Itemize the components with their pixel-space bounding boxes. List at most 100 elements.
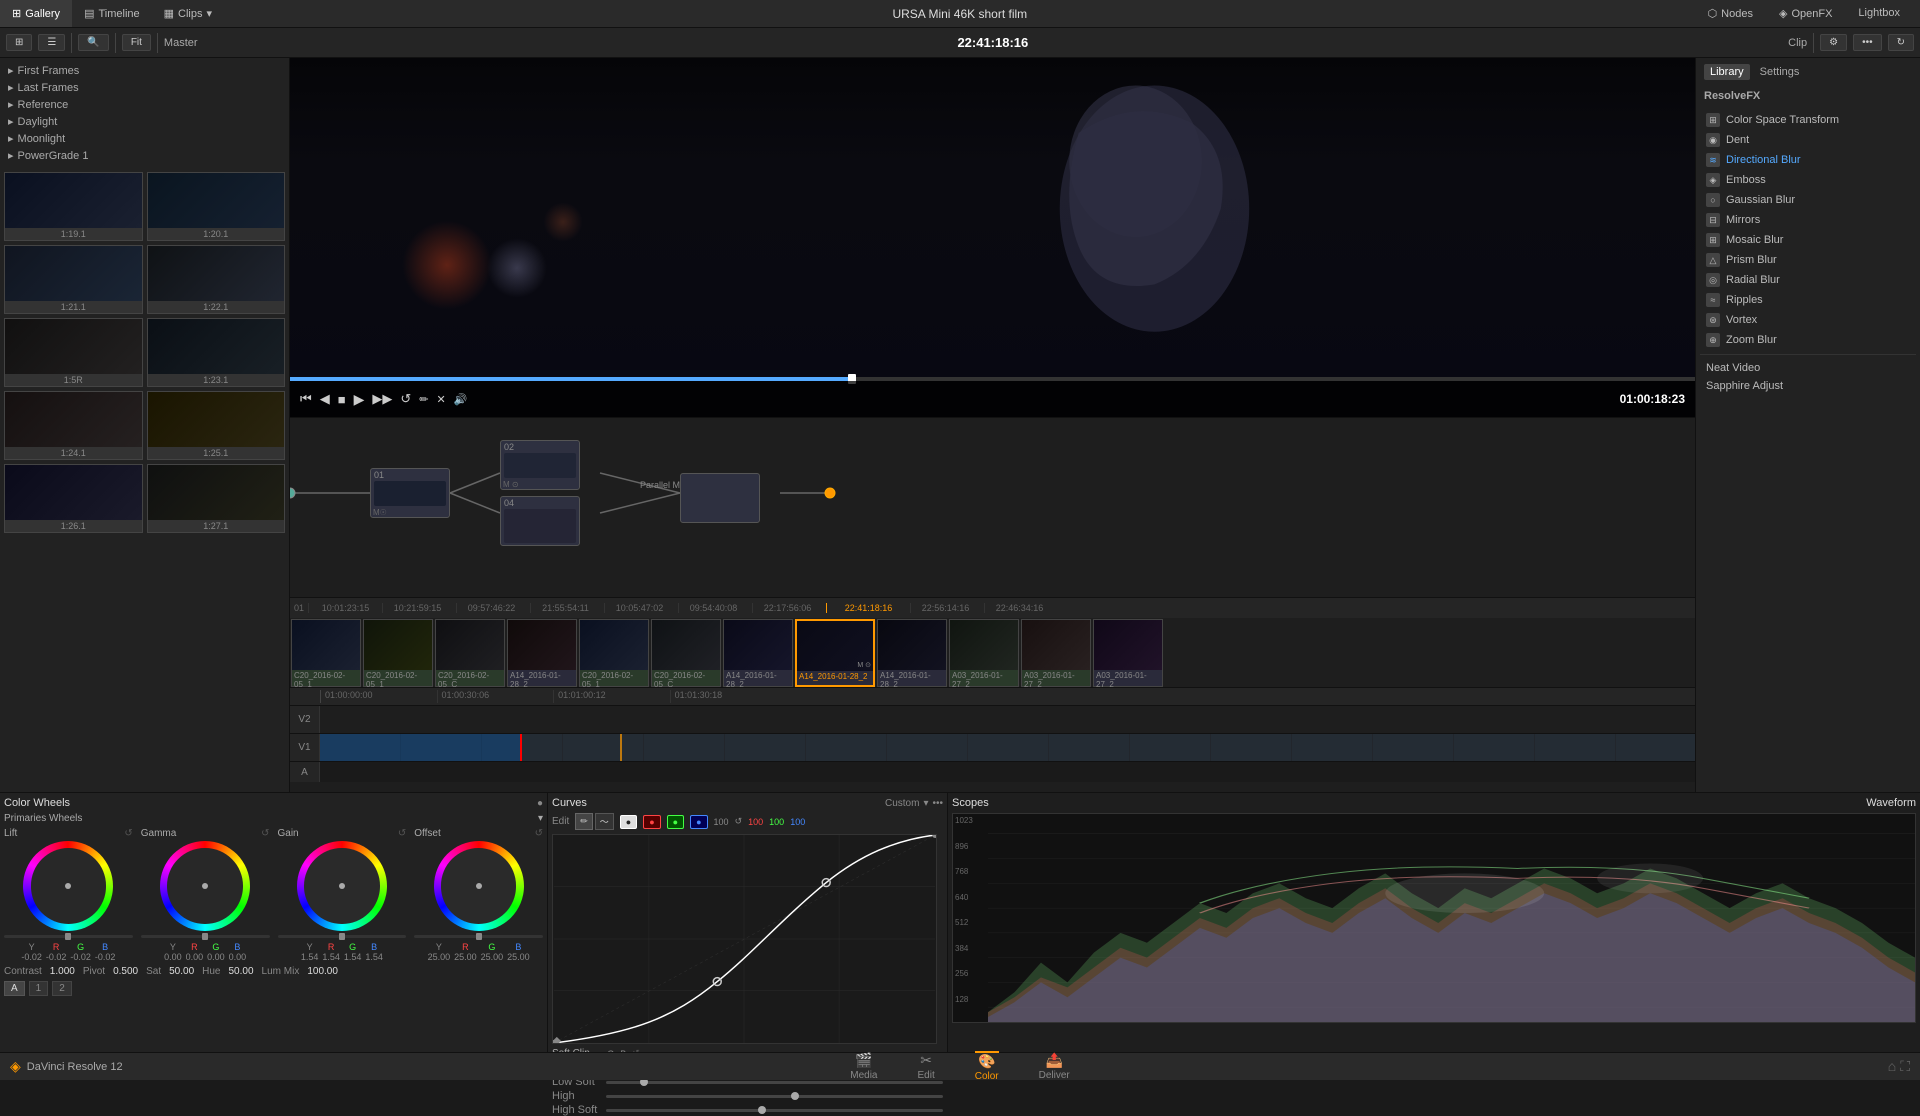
gamma-slider[interactable] — [141, 935, 270, 938]
fx-prism-blur[interactable]: △ Prism Blur — [1700, 250, 1916, 270]
gamma-ring[interactable] — [160, 841, 250, 931]
tab-lightbox[interactable]: Lightbox — [1846, 7, 1912, 19]
curves-dropdown-btn[interactable]: ▾ — [923, 798, 928, 809]
nav-edit[interactable]: ✂ Edit — [917, 1052, 934, 1081]
lift-ring[interactable] — [23, 841, 113, 931]
curves-more-btn[interactable]: ••• — [932, 798, 943, 809]
next-frame-btn[interactable]: ▶▶ — [372, 391, 392, 407]
fx-neat-video[interactable]: Neat Video — [1700, 359, 1916, 377]
channel-all-btn[interactable]: ● — [620, 815, 637, 829]
audio-btn[interactable]: 🔊 — [454, 393, 468, 406]
folder-first-frames[interactable]: ▸ First Frames — [4, 62, 285, 79]
fx-dent[interactable]: ◉ Dent — [1700, 130, 1916, 150]
nav-deliver[interactable]: 📤 Deliver — [1039, 1052, 1070, 1081]
parallel-mixer-node[interactable] — [680, 473, 760, 523]
more-btn[interactable]: ••• — [1853, 34, 1882, 51]
thumb-6[interactable]: 1:23.1 — [147, 318, 286, 387]
folder-moonlight[interactable]: ▸ Moonlight — [4, 130, 285, 147]
curves-canvas[interactable] — [552, 834, 937, 1044]
skip-back-btn[interactable]: ⏮ — [300, 391, 312, 407]
mode-1-btn[interactable]: 1 — [29, 981, 49, 996]
thumb-8[interactable]: 1:25.1 — [147, 391, 286, 460]
clip-thumb-12[interactable]: A03_2016-01-27_2 — [1093, 619, 1163, 687]
gain-slider[interactable] — [278, 935, 407, 938]
pen-tool-btn[interactable]: ✏ — [419, 393, 428, 406]
loop-btn[interactable]: ↺ — [400, 391, 411, 407]
fx-vortex[interactable]: ⊛ Vortex — [1700, 310, 1916, 330]
fx-mosaic-blur[interactable]: ⊞ Mosaic Blur — [1700, 230, 1916, 250]
thumb-1[interactable]: 1:19.1 — [4, 172, 143, 241]
sc-high-soft-slider[interactable] — [606, 1109, 943, 1112]
node-02[interactable]: 02 M ⊙ — [500, 440, 580, 490]
lift-slider[interactable] — [4, 935, 133, 938]
fullscreen-btn[interactable]: ⛶ — [1900, 1058, 1910, 1075]
channel-red-btn[interactable]: ● — [643, 815, 660, 829]
search-btn[interactable]: 🔍 — [78, 34, 108, 51]
clip-thumb-9[interactable]: A14_2016-01-28_2 — [877, 619, 947, 687]
list-btn[interactable]: ☰ — [38, 34, 65, 51]
folder-powergrade1[interactable]: ▸ PowerGrade 1 — [4, 147, 285, 164]
tab-openfx[interactable]: ◈ OpenFX — [1767, 7, 1844, 20]
rf-tab-library[interactable]: Library — [1704, 64, 1750, 80]
fx-color-space-transform[interactable]: ⊞ Color Space Transform — [1700, 110, 1916, 130]
nav-media[interactable]: 🎬 Media — [850, 1052, 877, 1081]
fx-ripples[interactable]: ≈ Ripples — [1700, 290, 1916, 310]
curves-pen-btn[interactable]: ✏ — [575, 813, 593, 830]
folder-last-frames[interactable]: ▸ Last Frames — [4, 79, 285, 96]
thumb-2[interactable]: 1:20.1 — [147, 172, 286, 241]
clip-thumb-3[interactable]: C20_2016-02-05_C — [435, 619, 505, 687]
node-04[interactable]: 04 — [500, 496, 580, 546]
channel-blue-btn[interactable]: ● — [690, 815, 707, 829]
stop-btn[interactable]: ■ — [338, 392, 346, 407]
fx-radial-blur[interactable]: ◎ Radial Blur — [1700, 270, 1916, 290]
prev-frame-btn[interactable]: ◀ — [320, 391, 330, 407]
fx-sapphire-adjust[interactable]: Sapphire Adjust — [1700, 377, 1916, 395]
node-01[interactable]: 01 M☉ — [370, 468, 450, 518]
thumb-3[interactable]: 1:21.1 — [4, 245, 143, 314]
nav-color[interactable]: 🎨 Color — [975, 1051, 999, 1082]
offset-reset-btn[interactable]: ↺ — [535, 828, 543, 839]
rf-tab-settings[interactable]: Settings — [1754, 64, 1806, 80]
clip-thumb-5[interactable]: C20_2016-02-05_1 — [579, 619, 649, 687]
fx-directional-blur[interactable]: ≋ Directional Blur — [1700, 150, 1916, 170]
channel-all-reset[interactable]: ↺ — [735, 816, 743, 827]
play-btn[interactable]: ▶ — [354, 391, 365, 408]
sc-low-soft-slider[interactable] — [606, 1081, 943, 1084]
lift-reset-btn[interactable]: ↺ — [124, 828, 132, 839]
thumb-7[interactable]: 1:24.1 — [4, 391, 143, 460]
thumb-10[interactable]: 1:27.1 — [147, 464, 286, 533]
channel-green-btn[interactable]: ● — [667, 815, 684, 829]
gain-ring[interactable] — [297, 841, 387, 931]
refresh-btn[interactable]: ↻ — [1888, 34, 1914, 51]
grid-btn[interactable]: ⊞ — [6, 34, 32, 51]
clip-thumb-8-active[interactable]: M ⊙ A14_2016-01-28_2 — [795, 619, 875, 687]
tab-nodes[interactable]: ⬡ Nodes — [1696, 7, 1765, 20]
gain-reset-btn[interactable]: ↺ — [398, 828, 406, 839]
tab-gallery[interactable]: ⊞ Gallery — [0, 0, 72, 27]
sc-high-slider[interactable] — [606, 1095, 943, 1098]
clip-thumb-4[interactable]: A14_2016-01-28_2 — [507, 619, 577, 687]
clip-thumb-1[interactable]: C20_2016-02-05_1 — [291, 619, 361, 687]
offset-ring[interactable] — [434, 841, 524, 931]
clip-thumb-10[interactable]: A03_2016-01-27_2 — [949, 619, 1019, 687]
home-btn[interactable]: ⌂ — [1888, 1058, 1896, 1075]
thumb-5[interactable]: 1:5R — [4, 318, 143, 387]
fx-gaussian-blur[interactable]: ○ Gaussian Blur — [1700, 190, 1916, 210]
clip-thumb-11[interactable]: A03_2016-01-27_2 — [1021, 619, 1091, 687]
mode-a-btn[interactable]: A — [4, 981, 25, 996]
tab-timeline[interactable]: ▤ Timeline — [72, 0, 152, 27]
clip-thumb-6[interactable]: C20_2016-02-05_C — [651, 619, 721, 687]
mark-btn[interactable]: ✕ — [436, 393, 445, 406]
clip-thumb-2[interactable]: C20_2016-02-05_1 — [363, 619, 433, 687]
settings-btn[interactable]: ⚙ — [1820, 34, 1847, 51]
fx-zoom-blur[interactable]: ⊕ Zoom Blur — [1700, 330, 1916, 350]
fit-btn[interactable]: Fit — [122, 34, 151, 51]
mode-2-btn[interactable]: 2 — [52, 981, 72, 996]
thumb-4[interactable]: 1:22.1 — [147, 245, 286, 314]
folder-reference[interactable]: ▸ Reference — [4, 96, 285, 113]
curves-smooth-btn[interactable]: 〜 — [595, 813, 614, 830]
tab-clips[interactable]: ▦ Clips ▾ — [152, 0, 224, 27]
offset-slider[interactable] — [414, 935, 543, 938]
thumb-9[interactable]: 1:26.1 — [4, 464, 143, 533]
fx-mirrors[interactable]: ⊟ Mirrors — [1700, 210, 1916, 230]
